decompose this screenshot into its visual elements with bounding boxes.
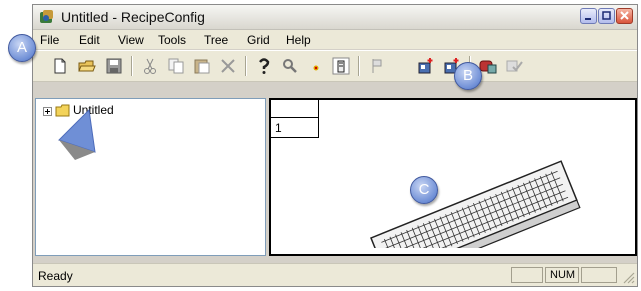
title-bar[interactable]: Untitled - RecipeConfig <box>33 5 637 30</box>
cut-icon[interactable] <box>141 57 159 75</box>
grid-row-header[interactable]: 1 <box>271 118 319 138</box>
delete-icon[interactable] <box>219 57 237 75</box>
menu-edit[interactable]: Edit <box>79 33 100 47</box>
check-icon[interactable] <box>505 57 523 75</box>
pointer-arrow-icon <box>58 108 96 160</box>
row-number: 1 <box>275 121 282 135</box>
expand-icon[interactable] <box>43 107 52 116</box>
edit-page-icon[interactable] <box>332 57 350 75</box>
menu-bar: File Edit View Tools Tree Grid Help <box>33 30 637 49</box>
new-document-icon[interactable] <box>51 57 69 75</box>
menu-help[interactable]: Help <box>286 33 311 47</box>
grid-pane[interactable]: 1 <box>269 98 637 256</box>
callout-a: A <box>8 34 36 62</box>
close-button[interactable] <box>616 8 633 24</box>
menu-grid[interactable]: Grid <box>247 33 270 47</box>
window-title: Untitled - RecipeConfig <box>61 9 205 25</box>
menu-tools[interactable]: Tools <box>158 33 186 47</box>
app-icon <box>40 10 53 23</box>
maximize-icon <box>602 11 611 20</box>
open-folder-icon[interactable] <box>78 57 96 75</box>
toolbar <box>33 50 637 82</box>
menu-file[interactable]: File <box>40 33 59 47</box>
num-label: NUM <box>550 269 576 281</box>
status-text: Ready <box>38 269 73 283</box>
add-module-icon[interactable] <box>417 57 435 75</box>
toolbar-separator <box>245 56 247 76</box>
grid-corner-cell[interactable] <box>271 100 319 118</box>
save-icon[interactable] <box>105 57 123 75</box>
minimize-icon <box>585 18 591 20</box>
copy-icon[interactable] <box>167 57 185 75</box>
keyboard-icon <box>370 160 581 248</box>
maximize-button[interactable] <box>598 8 615 24</box>
flag-icon[interactable] <box>368 57 386 75</box>
resize-grip-icon[interactable] <box>621 270 635 284</box>
find-icon[interactable] <box>281 57 299 75</box>
toolbar-separator <box>131 56 133 76</box>
close-icon <box>620 11 629 20</box>
help-icon[interactable] <box>255 57 273 75</box>
callout-c: C <box>410 176 438 204</box>
status-bar: Ready NUM <box>33 263 637 286</box>
app-window: Untitled - RecipeConfig File Edit View T… <box>32 4 638 287</box>
toolbar-separator <box>358 56 360 76</box>
paste-icon[interactable] <box>193 57 211 75</box>
status-indicator-empty <box>511 267 543 283</box>
menu-tree[interactable]: Tree <box>204 33 228 47</box>
minimize-button[interactable] <box>580 8 597 24</box>
status-indicator-empty <box>581 267 617 283</box>
marker-icon[interactable] <box>307 57 325 75</box>
menu-view[interactable]: View <box>118 33 144 47</box>
callout-b: B <box>454 62 482 90</box>
status-num-indicator: NUM <box>545 267 579 283</box>
